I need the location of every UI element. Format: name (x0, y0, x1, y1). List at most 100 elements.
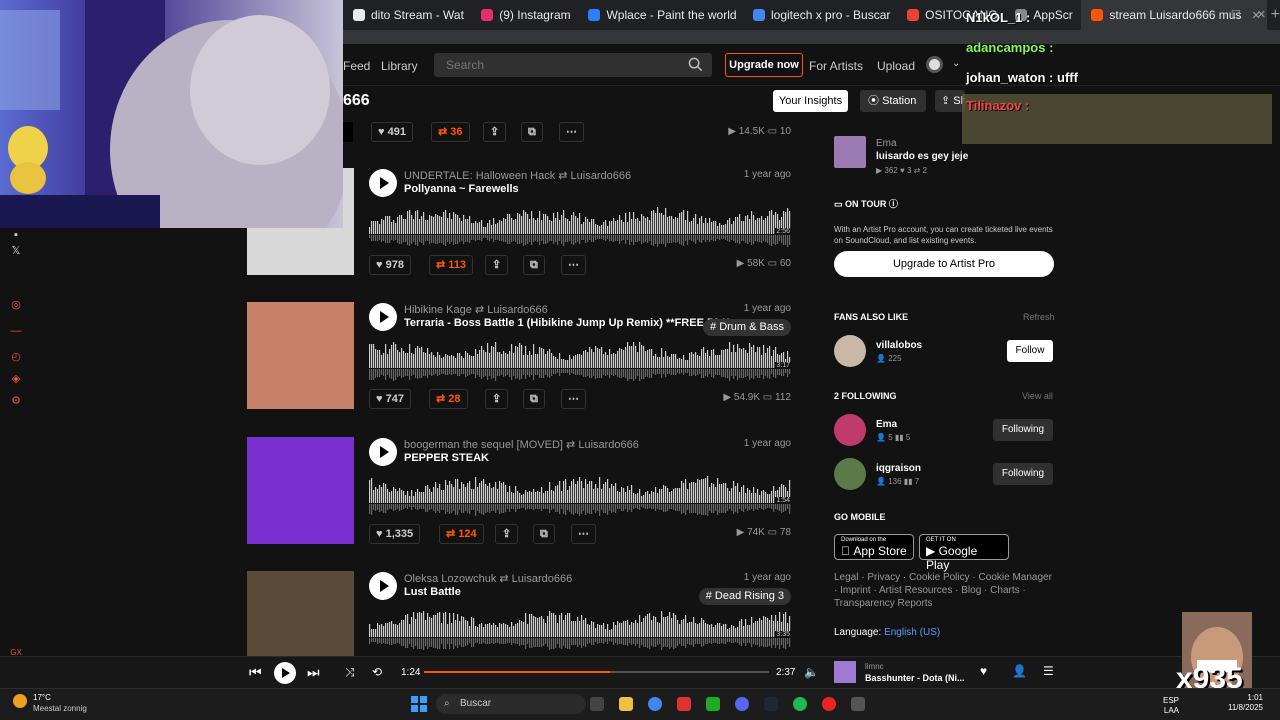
shuffle-icon[interactable]: ⤨ (345, 665, 355, 680)
language-indicator[interactable]: ESP LAA (1163, 696, 1179, 716)
puzzle-icon[interactable]: ◈ (9, 372, 23, 386)
volume-icon[interactable]: 🔈 (804, 665, 819, 679)
steam-icon[interactable] (764, 697, 778, 711)
more-button[interactable]: ⋯ (571, 524, 596, 544)
app-store-button[interactable]: Download on the  App Store (834, 534, 914, 560)
queue-icon[interactable]: ☰ (1043, 664, 1054, 678)
repost-button[interactable]: ⇄ 124 (439, 524, 484, 544)
your-insights-button[interactable]: Your Insights (773, 90, 848, 112)
comment-user[interactable]: Ema (876, 138, 897, 149)
following-button[interactable]: Following (993, 419, 1053, 441)
windows-start-icon[interactable] (411, 696, 427, 712)
opera-icon[interactable] (822, 697, 836, 711)
footer-link[interactable]: Legal (834, 572, 858, 583)
chevron-down-icon[interactable]: ⌄ (952, 58, 960, 69)
repost-button[interactable]: ⇄ 113 (429, 255, 474, 275)
following-avatar[interactable] (834, 414, 866, 446)
nav-feed[interactable]: Feed (343, 59, 370, 73)
search-input[interactable] (434, 53, 712, 77)
browser-tab[interactable]: dito Stream - Wat (343, 0, 471, 30)
like-button[interactable]: ♥ 747 (369, 389, 411, 409)
villalobos-avatar[interactable] (834, 335, 866, 367)
following-button[interactable]: Following (993, 463, 1053, 485)
copy-link-button[interactable]: ⧉ (523, 255, 545, 275)
track-genre-tag[interactable]: # Drum & Bass (703, 319, 791, 336)
track-play-button[interactable] (369, 303, 397, 331)
track-artist[interactable]: boogerman the sequel [MOVED] ⇄ Luisardo6… (404, 438, 639, 451)
language-value[interactable]: English (US) (884, 627, 940, 638)
repost-button[interactable]: ⇄ 36 (431, 122, 470, 142)
like-button[interactable]: ♥ 491 (371, 122, 413, 142)
taskview-icon[interactable] (590, 697, 604, 711)
repost-button[interactable]: ⇄ 28 (429, 389, 468, 409)
nav-for-artists[interactable]: For Artists (809, 59, 863, 73)
station-button[interactable]: ⦿ Station (860, 90, 926, 112)
footer-link[interactable]: Charts (990, 585, 1019, 596)
footer-link[interactable]: Cookie Policy (909, 572, 970, 583)
track-title[interactable]: Terraria - Boss Battle 1 (Hibikine Jump … (404, 317, 730, 329)
more-button[interactable]: ⋯ (559, 122, 584, 142)
following-name[interactable]: iqgraison (876, 463, 921, 474)
browser-tab[interactable]: Wplace - Paint the world (578, 0, 743, 30)
footer-link[interactable]: Privacy (867, 572, 900, 583)
more-button[interactable]: ⋯ (561, 255, 586, 275)
now-playing-title[interactable]: Basshunter - Dota (Ni... (865, 673, 965, 683)
file-explorer-icon[interactable] (619, 697, 633, 711)
record-icon[interactable]: ◎ (9, 298, 23, 312)
track-artist[interactable]: Oleksa Lozowchuk ⇄ Luisardo666 (404, 572, 572, 585)
settings-icon[interactable]: ⚙ (9, 394, 23, 408)
more-button[interactable]: ⋯ (561, 389, 586, 409)
like-button[interactable]: ♥ 1,335 (369, 524, 421, 544)
track-waveform[interactable] (369, 607, 791, 653)
google-play-button[interactable]: GET IT ON ▶ Google Play (919, 534, 1009, 572)
browser-tab[interactable]: logitech x pro - Buscar (743, 0, 897, 30)
user-avatar[interactable] (926, 56, 943, 73)
follow-user-icon[interactable]: 👤 (1012, 664, 1027, 678)
track-waveform[interactable] (369, 338, 791, 384)
share-track-button[interactable]: ⇪ (483, 122, 507, 142)
weather-desc[interactable]: Meestal zonnig (33, 704, 87, 713)
follow-button[interactable]: Follow (1007, 340, 1053, 362)
footer-link[interactable]: Artist Resources (879, 585, 952, 596)
track-title[interactable]: Pollyanna ~ Farewells (404, 183, 519, 195)
copy-link-button[interactable]: ⧉ (521, 122, 543, 142)
track-artwork[interactable] (247, 437, 354, 544)
browser-tab[interactable]: (9) Instagram (471, 0, 578, 30)
view-all-link[interactable]: View all (1022, 391, 1053, 401)
nav-upload[interactable]: Upload (877, 59, 915, 73)
now-playing-artist[interactable]: limnc (865, 662, 884, 671)
share-track-button[interactable]: ⇪ (485, 255, 509, 275)
spotify-icon[interactable] (793, 697, 807, 711)
next-icon[interactable]: ⏭ (307, 664, 320, 681)
share-button[interactable]: ⇪ Sh (935, 90, 965, 112)
track-waveform[interactable] (369, 473, 791, 519)
footer-link[interactable]: Blog (961, 585, 981, 596)
repeat-icon[interactable]: ⟲ (372, 665, 382, 679)
track-play-button[interactable] (369, 438, 397, 466)
share-track-button[interactable]: ⇪ (485, 389, 509, 409)
play-pause-button[interactable] (274, 662, 296, 684)
dash-icon[interactable]: — (9, 324, 23, 338)
search-icon[interactable] (688, 57, 703, 72)
upgrade-now-button[interactable]: Upgrade now (725, 53, 803, 77)
xbox-icon[interactable] (706, 697, 720, 711)
track-play-button[interactable] (369, 572, 397, 600)
progress-bar[interactable] (424, 671, 769, 673)
clock[interactable]: 1:01 11/8/2025 (1228, 693, 1263, 713)
upgrade-artist-pro-button[interactable]: Upgrade to Artist Pro (834, 251, 1054, 277)
weather-temp[interactable]: 17°C (33, 693, 51, 702)
track-artist[interactable]: UNDERTALE: Halloween Hack ⇄ Luisardo666 (404, 169, 631, 182)
following-avatar[interactable] (834, 458, 866, 490)
chrome-icon[interactable] (648, 697, 662, 711)
copy-link-button[interactable]: ⧉ (523, 389, 545, 409)
track-artwork[interactable] (247, 302, 354, 409)
previous-icon[interactable]: ⏮ (249, 664, 262, 681)
fan-name[interactable]: villalobos (876, 340, 922, 351)
x-icon[interactable]: 𝕏 (9, 244, 23, 258)
following-name[interactable]: Ema (876, 419, 897, 430)
comment-avatar[interactable] (834, 136, 866, 168)
share-track-button[interactable]: ⇪ (495, 524, 519, 544)
discord-icon[interactable] (735, 697, 749, 711)
footer-link[interactable]: Imprint (840, 585, 871, 596)
track-waveform[interactable] (369, 204, 791, 250)
